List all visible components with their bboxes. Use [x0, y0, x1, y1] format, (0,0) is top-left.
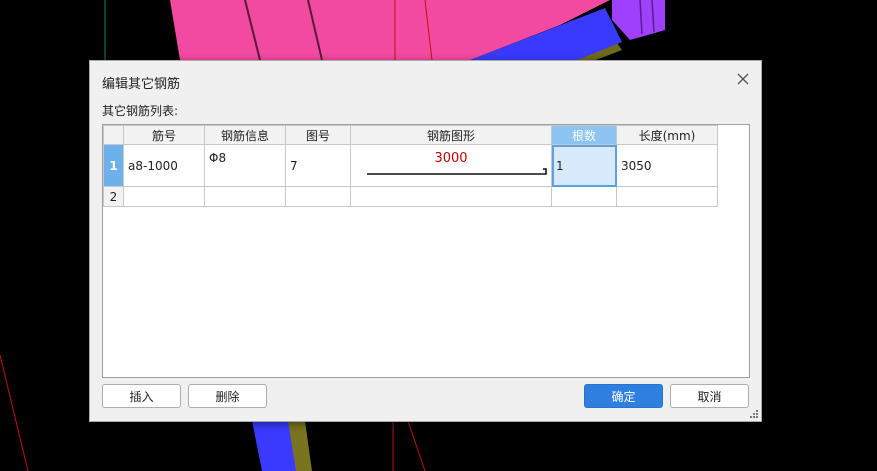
length-cell[interactable]: [616, 186, 718, 207]
insert-button[interactable]: 插入: [102, 384, 181, 408]
row-header[interactable]: 2: [103, 186, 124, 207]
delete-button[interactable]: 删除: [188, 384, 267, 408]
rebar-shape-drawing: [367, 168, 547, 175]
column-header-shape-no[interactable]: 图号: [285, 125, 351, 145]
dialog-title: 编辑其它钢筋: [102, 77, 181, 92]
close-button[interactable]: [735, 71, 751, 87]
resize-grip-icon[interactable]: [749, 409, 759, 419]
column-header-shape[interactable]: 钢筋图形: [350, 125, 552, 145]
bar-info-cell[interactable]: Φ8: [204, 144, 286, 187]
length-cell[interactable]: 3050: [616, 144, 718, 187]
rebar-list-label: 其它钢筋列表:: [102, 104, 179, 118]
bar-no-cell[interactable]: a8-1000: [123, 144, 205, 187]
table-row: 1 a8-1000 Φ8 7 3000 1 3050: [103, 144, 718, 187]
column-header-length[interactable]: 长度(mm): [616, 125, 718, 145]
shape-no-cell[interactable]: [285, 186, 351, 207]
table-row: 2: [103, 186, 718, 207]
close-icon: [737, 73, 749, 85]
shape-cell[interactable]: [350, 186, 552, 207]
column-header-bar-info[interactable]: 钢筋信息: [204, 125, 286, 145]
cancel-button[interactable]: 取消: [670, 384, 749, 408]
column-header-count[interactable]: 根数: [551, 125, 617, 145]
count-cell[interactable]: 1: [551, 144, 617, 187]
shape-no-cell[interactable]: 7: [285, 144, 351, 187]
shape-cell[interactable]: 3000: [350, 144, 552, 187]
bar-no-cell[interactable]: [123, 186, 205, 207]
rebar-grid: 筋号 钢筋信息 图号 钢筋图形 根数 长度(mm) 1 a8-1000 Φ8 7…: [102, 124, 750, 378]
confirm-button[interactable]: 确定: [584, 384, 663, 408]
bar-info-cell[interactable]: [204, 186, 286, 207]
count-cell[interactable]: [551, 186, 617, 207]
column-header-bar-no[interactable]: 筋号: [123, 125, 205, 145]
edit-other-rebar-dialog: 编辑其它钢筋 其它钢筋列表: 筋号 钢筋信息 图号 钢筋图形 根数 长度(mm)…: [89, 60, 762, 422]
rebar-table: 筋号 钢筋信息 图号 钢筋图形 根数 长度(mm) 1 a8-1000 Φ8 7…: [103, 125, 718, 207]
grid-corner: [103, 125, 124, 145]
row-header[interactable]: 1: [103, 144, 124, 187]
